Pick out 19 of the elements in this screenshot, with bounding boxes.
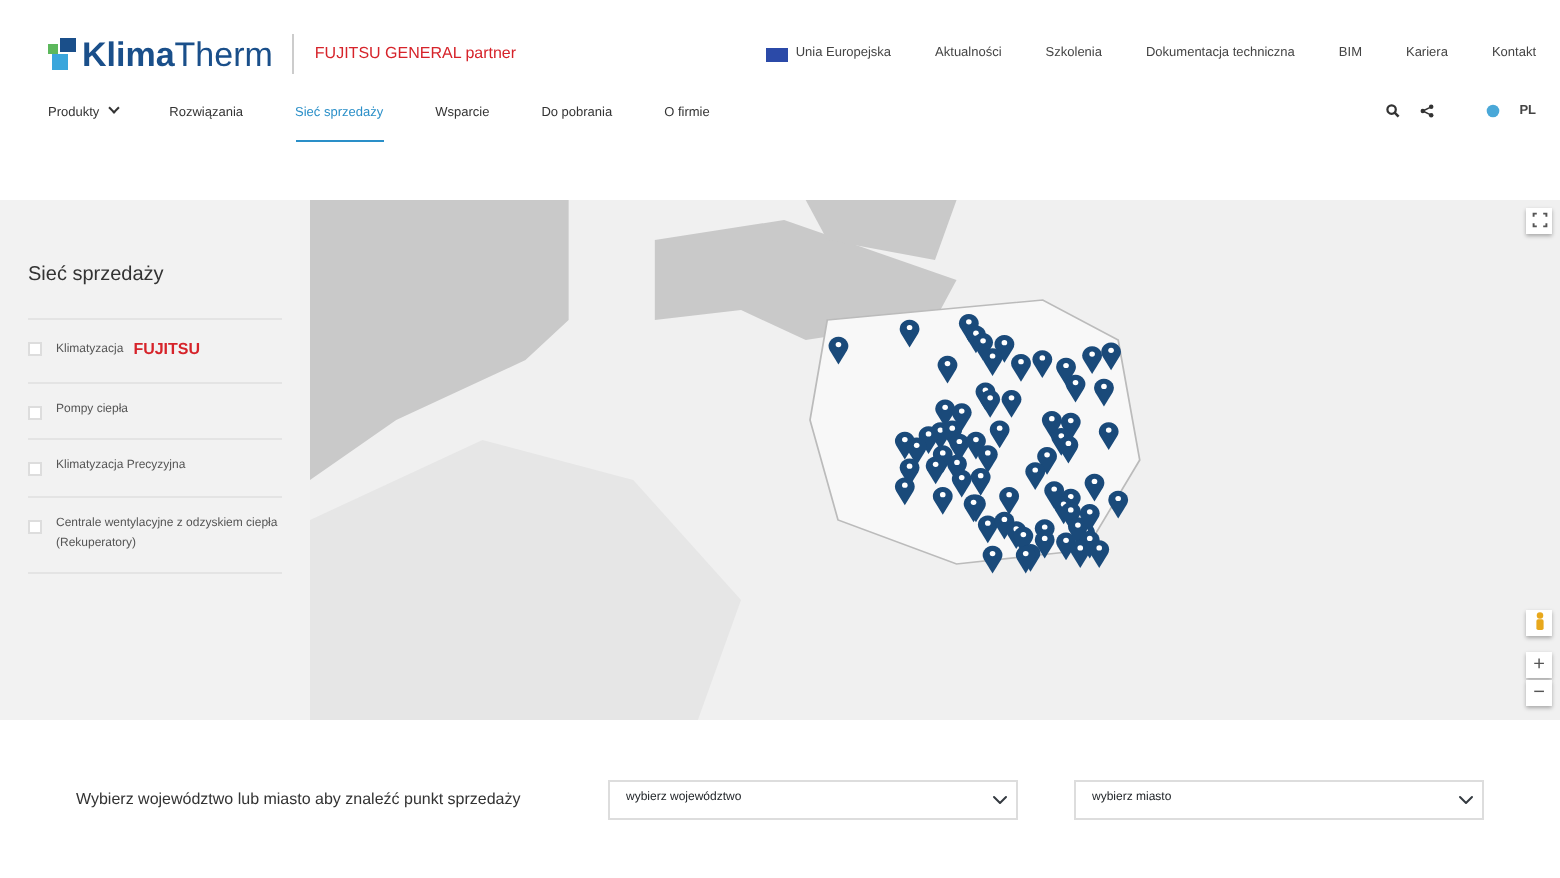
search-icon[interactable]: [1385, 104, 1400, 119]
zoom-out-button[interactable]: −: [1526, 680, 1552, 706]
sidebar-title: Sieć sprzedaży: [28, 260, 282, 320]
zoom-in-button[interactable]: +: [1526, 652, 1552, 678]
checkbox[interactable]: [28, 405, 42, 420]
brand-name[interactable]: KlimaTherm: [82, 37, 273, 71]
brand-logo: FUJITSU: [133, 338, 201, 362]
pegman-button[interactable]: [1526, 610, 1552, 636]
logo-icon: [48, 38, 76, 70]
checkbox[interactable]: [28, 519, 42, 534]
finder-prompt: Wybierz województwo lub miasto aby znaleźć punkt sprzedaży: [76, 787, 521, 811]
pegman-icon: [1533, 612, 1545, 631]
map-drawing[interactable]: [310, 200, 1560, 720]
checkbox[interactable]: [28, 342, 42, 356]
partner-label: FUJITSU GENERAL partner: [314, 42, 517, 66]
fullscreen-button[interactable]: [1526, 208, 1552, 234]
globe-icon[interactable]: [1485, 104, 1500, 119]
share-icon[interactable]: [1419, 104, 1434, 119]
checkbox[interactable]: [28, 462, 42, 477]
